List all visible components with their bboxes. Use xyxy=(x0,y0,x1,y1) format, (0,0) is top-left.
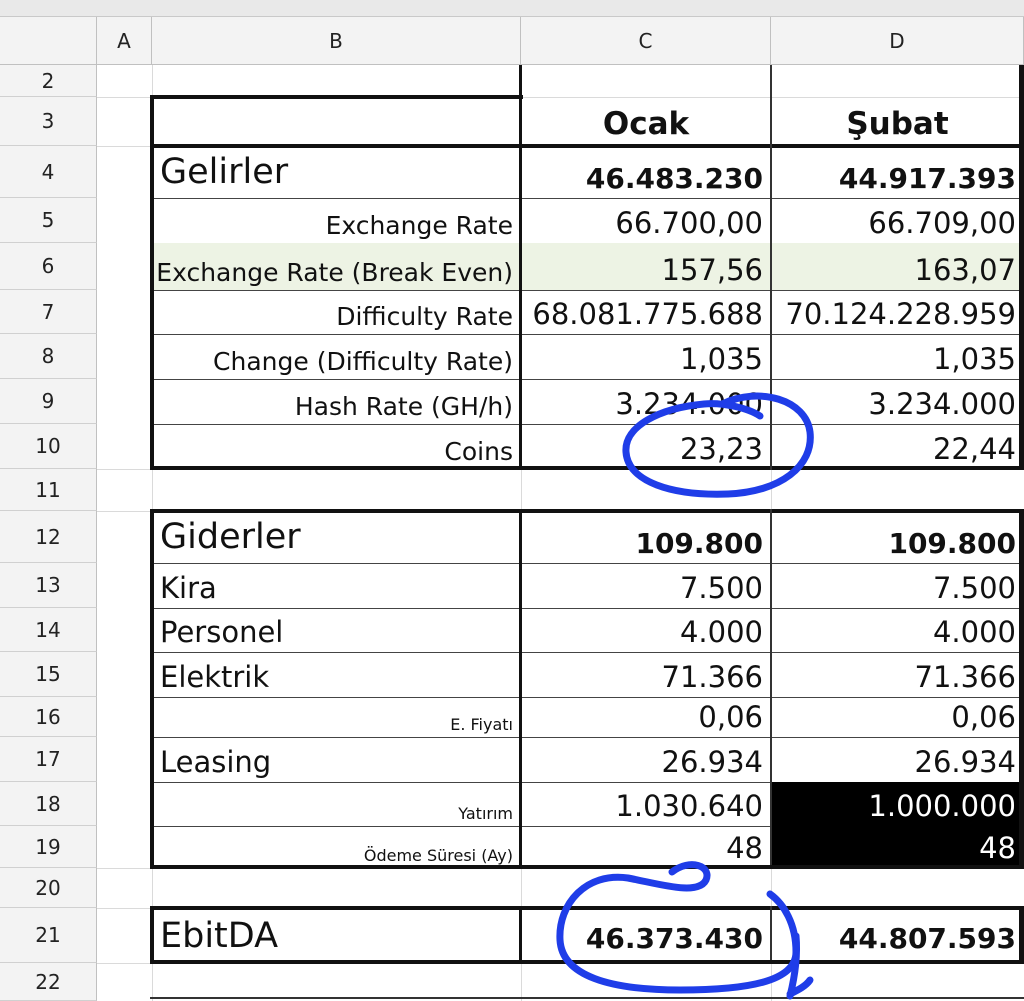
cell-subat[interactable]: 3.234.000 xyxy=(771,379,1024,424)
ebitda-subat[interactable]: 44.807.593 xyxy=(771,908,1024,963)
column-header-d[interactable]: D xyxy=(771,17,1024,65)
border xyxy=(150,906,154,964)
row-label[interactable]: Ödeme Süresi (Ay) xyxy=(152,826,521,868)
cell-ocak[interactable]: 68.081.775.688 xyxy=(521,290,771,334)
row-label[interactable]: Kira xyxy=(152,563,521,608)
cell-subat[interactable]: 163,07 xyxy=(771,243,1024,290)
cell-ocak[interactable]: 71.366 xyxy=(521,652,771,697)
border xyxy=(150,466,1024,470)
border xyxy=(770,906,772,964)
cell-subat[interactable]: 1,035 xyxy=(771,334,1024,379)
cell-ocak[interactable]: 3.234.000 xyxy=(521,379,771,424)
row-header[interactable]: 2 xyxy=(0,65,97,97)
expenses-title[interactable]: Giderler xyxy=(152,511,521,563)
income-total-subat[interactable]: 44.917.393 xyxy=(771,146,1024,198)
row-header[interactable]: 19 xyxy=(0,826,97,868)
row-label[interactable]: Exchange Rate xyxy=(152,198,521,243)
row-header[interactable]: 17 xyxy=(0,737,97,782)
cell-subat[interactable]: 71.366 xyxy=(771,652,1024,697)
row-header[interactable]: 10 xyxy=(0,424,97,469)
cell-ocak[interactable]: 4.000 xyxy=(521,608,771,652)
month-header-ocak[interactable]: Ocak xyxy=(521,97,771,146)
row-header[interactable]: 22 xyxy=(0,963,97,1001)
row-header[interactable]: 14 xyxy=(0,608,97,652)
row-header[interactable]: 7 xyxy=(0,290,97,334)
row-header[interactable]: 16 xyxy=(0,697,97,737)
coins-ocak[interactable]: 23,23 xyxy=(521,424,771,469)
row-label[interactable]: Coins xyxy=(152,424,521,469)
border xyxy=(150,95,154,470)
toolbar-strip xyxy=(0,0,1024,17)
cell-ocak[interactable]: 1.030.640 xyxy=(521,782,771,826)
row-label[interactable]: Yatırım xyxy=(152,782,521,826)
border xyxy=(1019,906,1024,964)
cell-subat-inverted[interactable]: 48 xyxy=(771,826,1024,868)
ebitda-label[interactable]: EbitDA xyxy=(152,908,521,963)
border xyxy=(150,960,1024,964)
row-header[interactable]: 8 xyxy=(0,334,97,379)
border xyxy=(1019,65,1024,470)
border xyxy=(150,509,154,869)
cell-ocak[interactable]: 7.500 xyxy=(521,563,771,608)
border xyxy=(519,65,522,470)
month-header-subat[interactable]: Şubat xyxy=(771,97,1024,146)
border xyxy=(519,509,522,869)
column-header-a[interactable]: A xyxy=(97,17,152,65)
row-header[interactable]: 6 xyxy=(0,243,97,290)
row-label[interactable]: Personel xyxy=(152,608,521,652)
row-header[interactable]: 5 xyxy=(0,198,97,243)
row-label[interactable]: E. Fiyatı xyxy=(152,697,521,737)
row-header[interactable]: 11 xyxy=(0,469,97,511)
cell-ocak[interactable]: 1,035 xyxy=(521,334,771,379)
border xyxy=(150,906,1024,910)
border xyxy=(150,95,523,99)
cell-subat[interactable]: 70.124.228.959 xyxy=(771,290,1024,334)
cell-subat[interactable]: 0,06 xyxy=(771,697,1024,737)
spreadsheet: A B C D 2 3 4 5 6 7 8 9 10 11 12 13 14 1… xyxy=(0,0,1024,1001)
cell-ocak[interactable]: 26.934 xyxy=(521,737,771,782)
row-header[interactable]: 15 xyxy=(0,652,97,697)
border xyxy=(1019,509,1024,869)
border xyxy=(770,65,772,470)
border xyxy=(150,997,1024,999)
income-total-ocak[interactable]: 46.483.230 xyxy=(521,146,771,198)
row-header[interactable]: 12 xyxy=(0,511,97,563)
row-label[interactable]: Change (Difficulty Rate) xyxy=(152,334,521,379)
cell-ocak[interactable]: 48 xyxy=(521,826,771,868)
column-header-c[interactable]: C xyxy=(521,17,771,65)
cell-subat[interactable]: 66.709,00 xyxy=(771,198,1024,243)
cell-ocak[interactable]: 0,06 xyxy=(521,697,771,737)
row-header[interactable]: 20 xyxy=(0,868,97,908)
cell-subat-inverted[interactable]: 1.000.000 xyxy=(771,782,1024,826)
expenses-total-ocak[interactable]: 109.800 xyxy=(521,511,771,563)
row-label[interactable]: Hash Rate (GH/h) xyxy=(152,379,521,424)
border xyxy=(150,865,1024,869)
cell-subat[interactable]: 7.500 xyxy=(771,563,1024,608)
select-all-corner[interactable] xyxy=(0,17,97,65)
border xyxy=(770,509,772,869)
row-label[interactable]: Difficulty Rate xyxy=(152,290,521,334)
row-header[interactable]: 3 xyxy=(0,97,97,146)
row-header[interactable]: 9 xyxy=(0,379,97,424)
column-header-b[interactable]: B xyxy=(152,17,521,65)
border xyxy=(150,509,1024,513)
row-header[interactable]: 18 xyxy=(0,782,97,826)
row-label[interactable]: Elektrik xyxy=(152,652,521,697)
income-title[interactable]: Gelirler xyxy=(152,146,521,198)
coins-subat[interactable]: 22,44 xyxy=(771,424,1024,469)
cell-subat[interactable]: 4.000 xyxy=(771,608,1024,652)
row-header[interactable]: 4 xyxy=(0,146,97,198)
cell-ocak[interactable]: 157,56 xyxy=(521,243,771,290)
border xyxy=(150,144,1024,148)
cell-ocak[interactable]: 66.700,00 xyxy=(521,198,771,243)
row-header[interactable]: 21 xyxy=(0,908,97,963)
expenses-total-subat[interactable]: 109.800 xyxy=(771,511,1024,563)
ebitda-ocak[interactable]: 46.373.430 xyxy=(521,908,771,963)
row-label[interactable]: Exchange Rate (Break Even) xyxy=(152,243,521,290)
row-label[interactable]: Leasing xyxy=(152,737,521,782)
border xyxy=(519,906,522,964)
row-header[interactable]: 13 xyxy=(0,563,97,608)
cell-subat[interactable]: 26.934 xyxy=(771,737,1024,782)
